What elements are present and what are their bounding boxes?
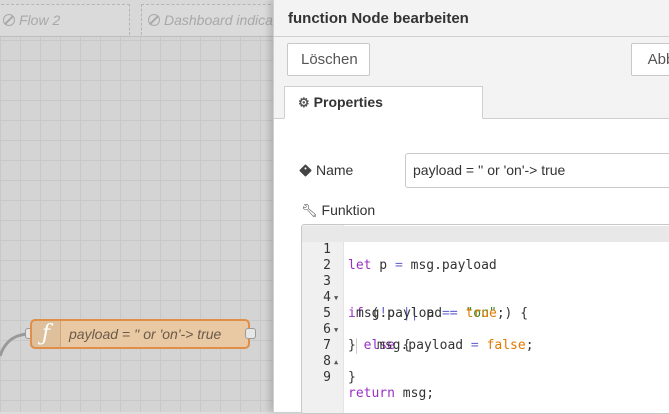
code-editor[interactable]: 1 let p = msg.payload 2 3 ▼ if (!p || p … — [301, 224, 669, 414]
function-node[interactable]: ƒ payload = '' or 'on'-> true — [30, 319, 250, 349]
wrench-icon: 🔧︎ — [301, 203, 318, 218]
tab-dashboard[interactable]: Dashboard indica — [141, 4, 273, 35]
code-line[interactable]: 4 msg.payload = true; — [302, 274, 669, 321]
tab-properties[interactable]: ⚙ Properties — [284, 86, 483, 119]
code-line[interactable]: 9 return msg; — [302, 354, 669, 401]
tab-flow-2[interactable]: Flow 2 — [0, 4, 130, 35]
panel-header: function Node bearbeiten — [274, 0, 669, 37]
name-input[interactable]: payload = '' or 'on'-> true — [405, 153, 669, 188]
gear-icon: ⚙ — [298, 95, 310, 110]
code-line[interactable]: 3 ▼ if (!p || p == "on" ) { — [302, 258, 669, 321]
panel-toolbar: Löschen Abb — [274, 37, 669, 87]
tab-properties-label: Properties — [313, 94, 383, 110]
tag-icon — [299, 164, 312, 177]
panel-tabstrip: ⚙ Properties — [274, 86, 669, 119]
name-label: Name — [299, 162, 354, 178]
code-line[interactable]: 6 msg.payload = false; — [302, 306, 669, 354]
code-text: } — [348, 370, 356, 385]
node-label: payload = '' or 'on'-> true — [69, 326, 222, 342]
cancel-button[interactable]: Abb — [631, 43, 669, 76]
workspace-tabbar: Flow 2 Dashboard indica — [0, 0, 273, 37]
tab-label: Flow 2 — [19, 12, 61, 28]
function-icon: ƒ — [32, 321, 61, 347]
disabled-icon — [3, 14, 15, 26]
function-label: 🔧︎ Funktion — [301, 202, 375, 219]
panel-title: function Node bearbeiten — [288, 10, 469, 27]
delete-button[interactable]: Löschen — [287, 43, 370, 76]
output-port[interactable] — [245, 328, 256, 339]
code-line[interactable]: 2 — [302, 242, 669, 273]
line-number: 9 — [323, 370, 331, 385]
edit-panel: function Node bearbeiten Löschen Abb ⚙Pr… — [273, 0, 669, 414]
tab-label: Dashboard indica — [164, 12, 273, 28]
code-line[interactable]: 1 let p = msg.payload — [302, 226, 669, 273]
code-line[interactable]: 8 — [302, 338, 669, 369]
code-line[interactable]: 7 ▲ } — [302, 322, 669, 385]
name-label-text: Name — [316, 162, 354, 178]
code-line[interactable]: 5 ▼ } else { — [302, 290, 669, 353]
function-label-text: Funktion — [321, 202, 376, 218]
disabled-icon — [148, 14, 160, 26]
flow-workspace[interactable]: Flow 2 Dashboard indica ƒ payload = '' o… — [0, 0, 273, 412]
code-text: return msg; — [348, 386, 435, 401]
